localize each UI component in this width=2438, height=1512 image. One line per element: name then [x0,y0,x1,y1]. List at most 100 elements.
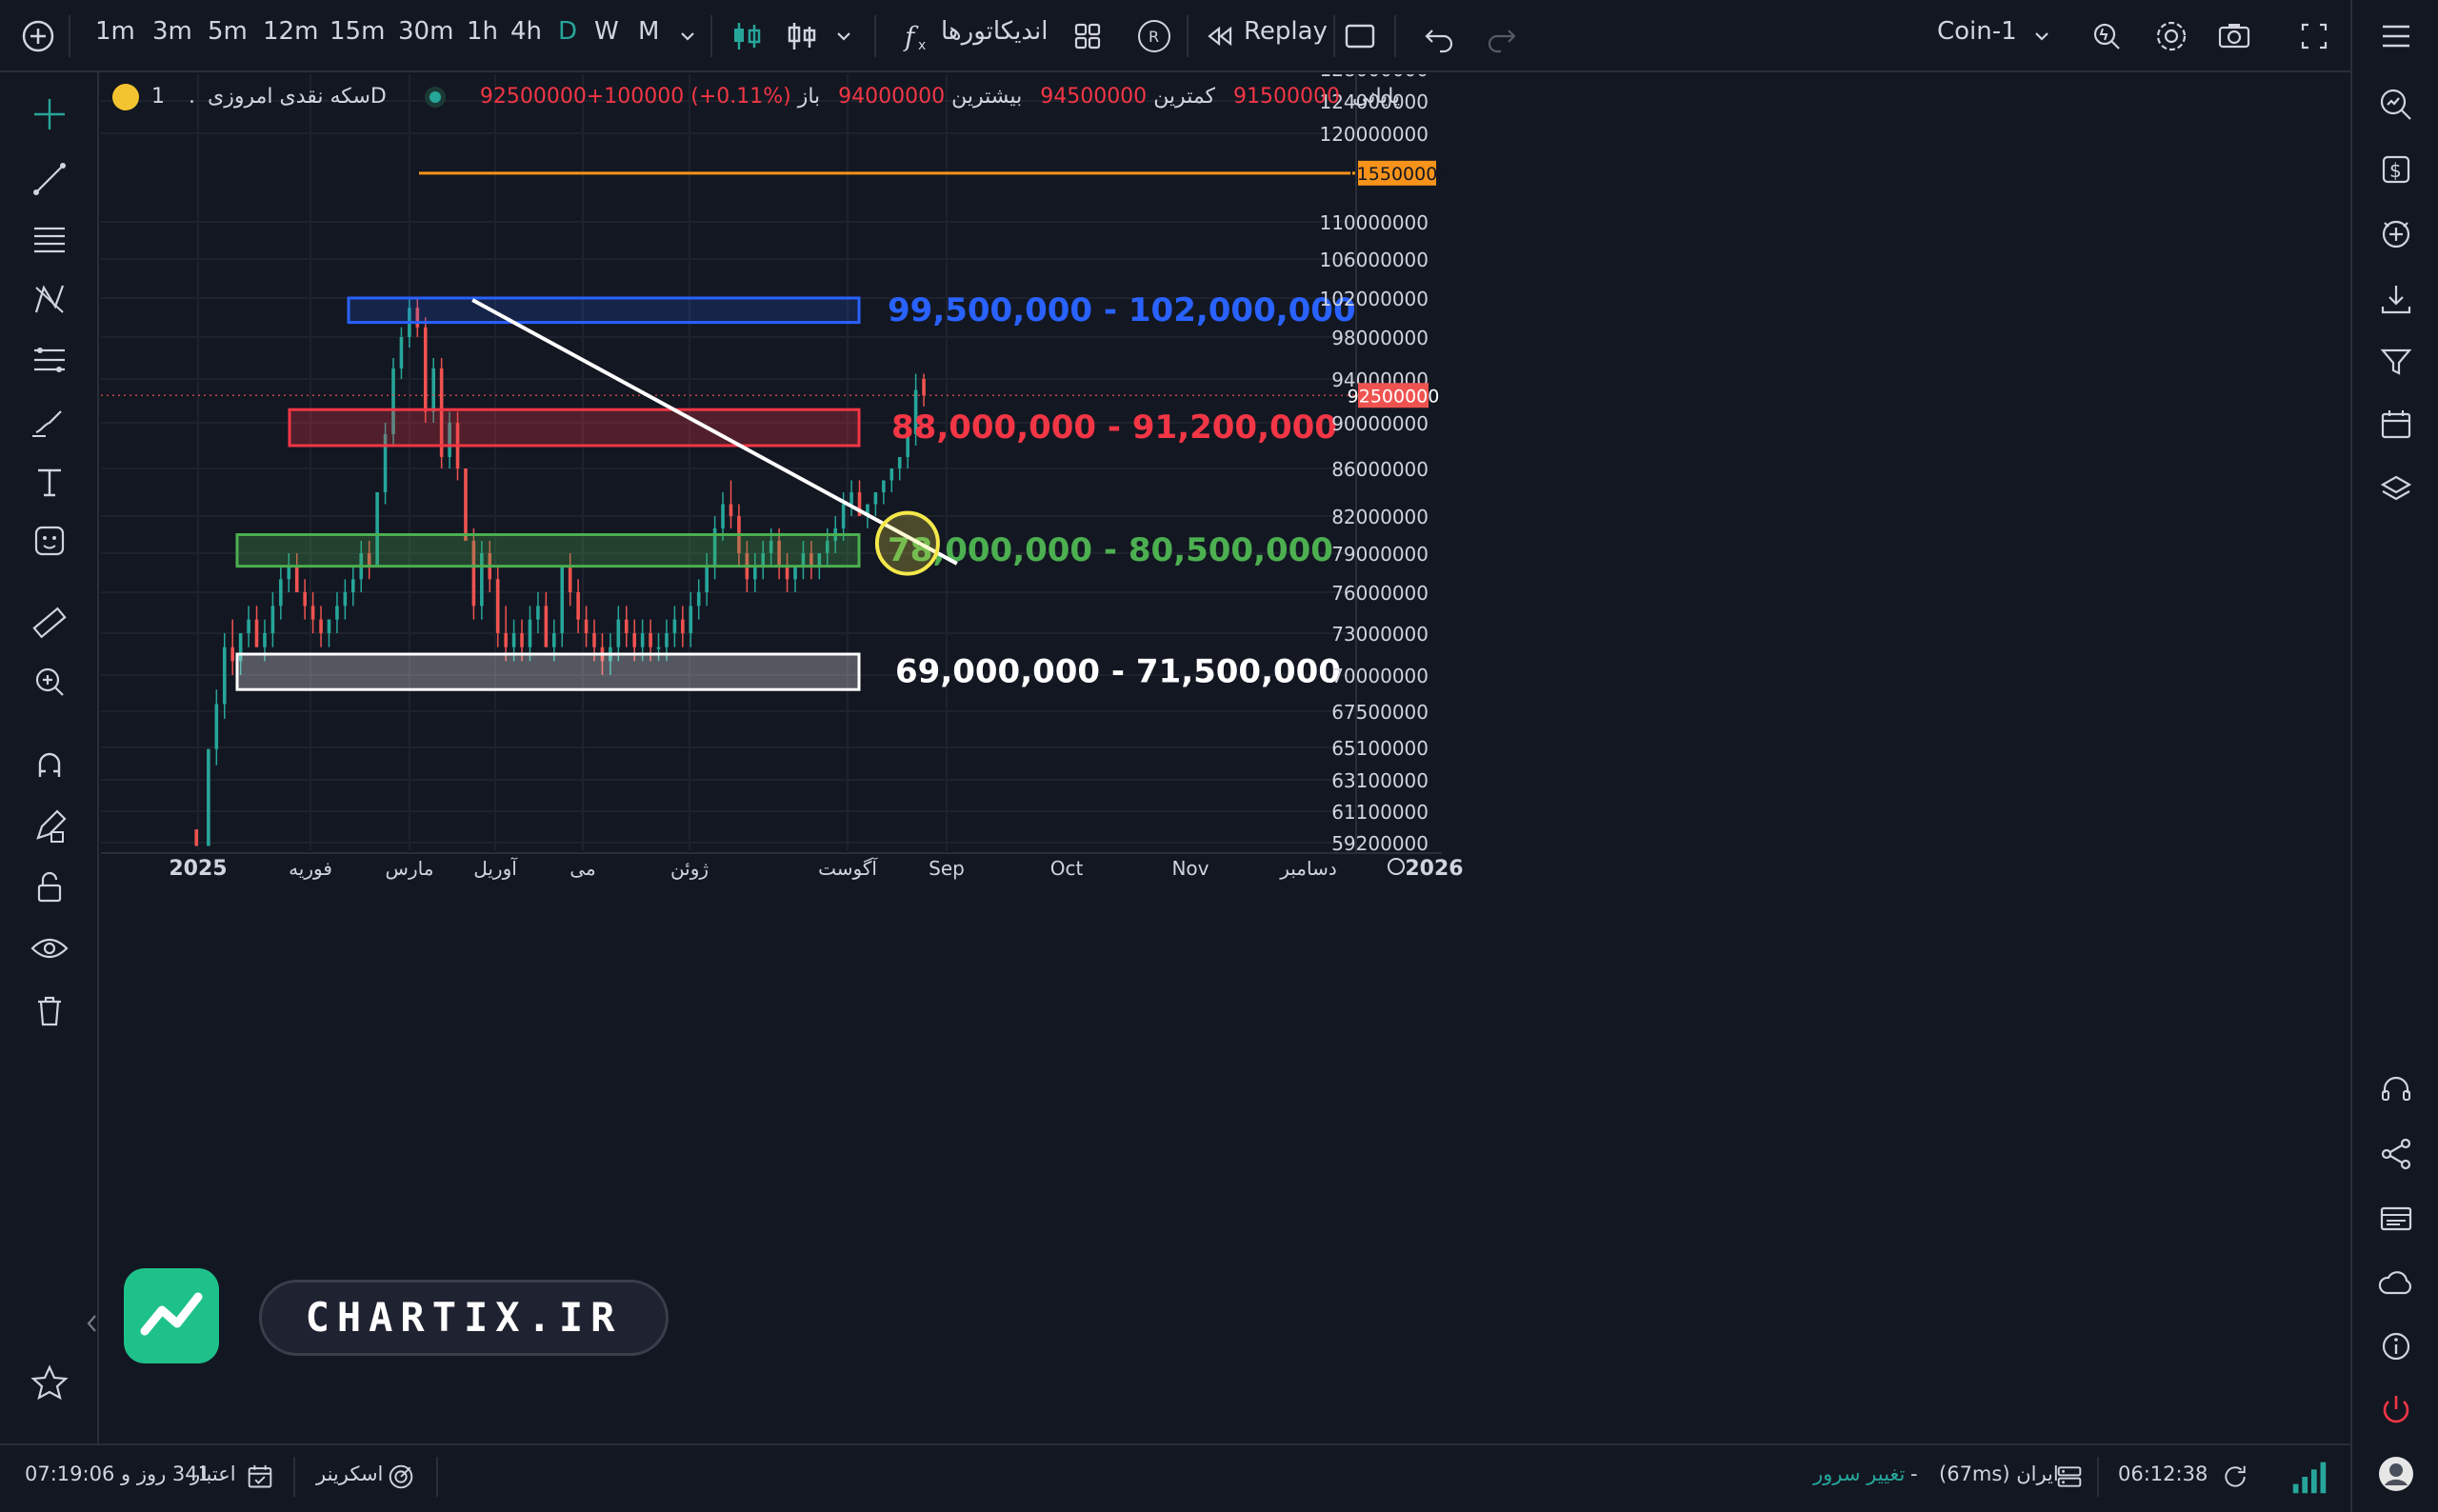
bar-chart-type-icon[interactable] [777,11,827,61]
settings-gear-icon[interactable] [2147,11,2196,61]
download-icon[interactable] [2371,274,2421,324]
price-tick-label: 67500000 [1331,701,1429,724]
zone-white [235,652,861,691]
radar-icon[interactable] [381,1457,421,1497]
candle-body [431,368,435,412]
eye-icon[interactable] [25,924,74,973]
fib-levels-icon[interactable] [25,335,74,385]
timeframe-d[interactable]: D [558,17,577,46]
info-icon[interactable] [2371,1322,2421,1371]
candle-body [247,619,250,633]
brand-logo-icon [140,1292,203,1336]
add-symbol-icon[interactable] [13,11,63,61]
redo-icon[interactable] [1476,11,1526,61]
chevron-down-icon[interactable] [2025,11,2059,61]
candle-body [207,748,210,846]
add-alert-icon[interactable] [2371,209,2421,259]
share-icon[interactable] [2371,1129,2421,1179]
lock-pencil-icon[interactable] [25,802,74,851]
timeframe-4h[interactable]: 4h [510,17,542,46]
candle-body [897,457,902,468]
horizontal-lines-icon[interactable] [25,215,74,265]
calendar-icon[interactable] [2371,400,2421,449]
layout-name[interactable]: Coin-1 [1937,17,2017,46]
change-server-link[interactable]: تغییر سرور [1813,1462,1905,1485]
candle-body [632,633,636,647]
alert-r-icon[interactable]: R [1129,11,1179,61]
brand-logo [124,1268,219,1363]
candles-chart-type-icon[interactable] [722,11,771,61]
timeframe-3m[interactable]: 3m [152,17,192,46]
timeframe-30m[interactable]: 30m [398,17,453,46]
timeframe-12m[interactable]: 12m [263,17,318,46]
signal-strength-icon [2286,1455,2333,1499]
candle-body [649,633,652,647]
toolbar-separator [1187,15,1189,57]
time-axis: 2025 فوریه مارس آوریل می ژوئن آگوست Sep Oct Nov دس… [101,852,1464,882]
candle-body [560,566,565,633]
high-value: 94500000 [1040,85,1148,109]
templates-grid-icon[interactable] [1063,11,1112,61]
candle-body [665,633,669,647]
chevron-down-icon[interactable] [827,11,861,61]
candle-body [584,619,589,633]
toolbar-separator [1394,15,1396,57]
rectangle-icon[interactable] [1335,11,1385,61]
candle-body [656,647,661,649]
pattern-icon[interactable] [25,274,74,324]
undo-icon[interactable] [1415,11,1465,61]
status-separator [436,1457,438,1497]
text-tool-icon[interactable] [25,457,74,507]
menu-icon[interactable] [2371,11,2421,61]
crosshair-icon[interactable] [25,90,74,139]
last-price-label: 92500000 [1348,386,1440,407]
dollar-icon[interactable]: $ [2371,145,2421,194]
zoom-in-icon[interactable] [25,657,74,706]
refresh-icon[interactable] [2215,1457,2255,1497]
search-analysis-icon[interactable] [2371,80,2421,129]
timeframe-5m[interactable]: 5m [208,17,248,46]
cloud-sync-icon[interactable] [2371,1259,2421,1308]
trash-icon[interactable] [25,986,74,1036]
screener-button[interactable]: اسکرینر [316,1462,383,1485]
news-card-icon[interactable] [2371,1194,2421,1243]
magnet-icon[interactable] [25,739,74,788]
user-avatar[interactable] [2371,1449,2421,1499]
candle-body [849,492,853,505]
fullscreen-icon[interactable] [2289,11,2339,61]
timeframe-1h[interactable]: 1h [467,17,498,46]
support-headset-icon[interactable] [2371,1064,2421,1114]
brush-icon[interactable] [25,396,74,446]
chevron-left-icon[interactable] [78,1304,107,1343]
timeframe-m[interactable]: M [638,17,659,46]
replay-rewind-icon[interactable] [1194,11,1244,61]
lock-icon[interactable] [25,863,74,912]
candles [194,298,926,846]
price-tick-label: 102000000 [1319,288,1429,310]
ruler-icon[interactable] [25,598,74,647]
camera-snapshot-icon[interactable] [2209,11,2259,61]
time-tick-label: Sep [929,857,965,880]
trend-line-icon[interactable] [25,154,74,204]
replay-button[interactable]: Replay [1244,17,1328,46]
sticker-icon[interactable] [25,516,74,566]
toolbar-separator [874,15,876,57]
quick-search-icon[interactable] [2082,11,2131,61]
legend-separator: . [189,85,195,109]
timeframe-1m[interactable]: 1m [95,17,135,46]
credit-value: 341 روز و 07:19:06 [25,1462,211,1485]
symbol-name[interactable]: سکه نقدی امروزی [208,85,370,109]
indicators-fx-icon[interactable]: fx [895,11,945,61]
indicators-button[interactable]: اندیکاتورها [941,17,1048,46]
candle-body [536,606,540,620]
power-logout-icon[interactable] [2371,1384,2421,1434]
layers-icon[interactable] [2371,465,2421,514]
chevron-down-icon[interactable] [670,11,705,61]
favorite-star-icon[interactable] [25,1358,74,1407]
calendar-check-icon[interactable] [240,1457,280,1497]
timeframe-15m[interactable]: 15m [330,17,385,46]
price-chart[interactable]: 99,500,000 - 102,000,000 88,000,000 - 91,… [101,74,2348,1442]
candle-body [552,633,556,647]
timeframe-w[interactable]: W [594,17,619,46]
filter-icon[interactable] [2371,337,2421,387]
